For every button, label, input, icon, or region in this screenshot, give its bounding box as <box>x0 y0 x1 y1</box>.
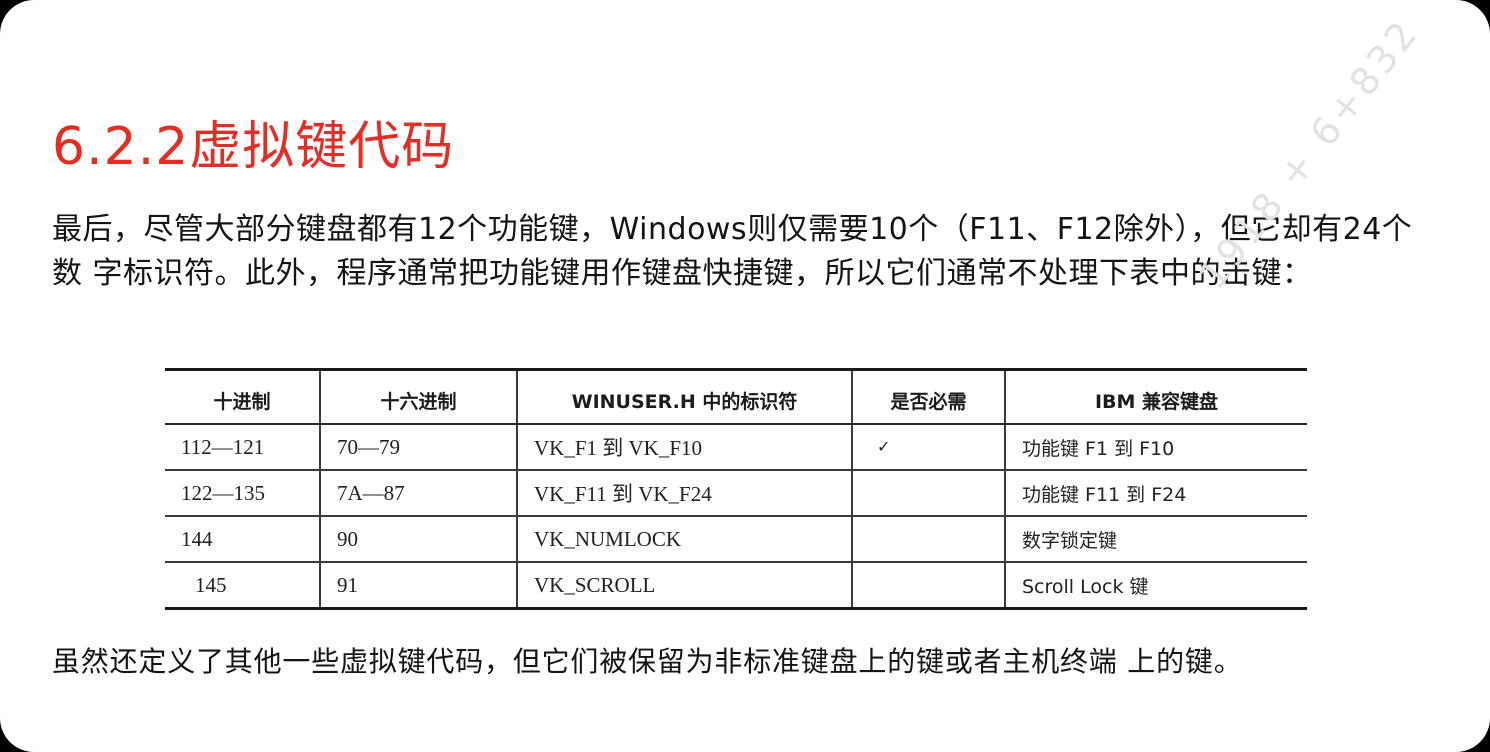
closing-paragraph: 虽然还定义了其他一些虚拟键代码，但它们被保留为非标准键盘上的键或者主机终端 上的… <box>52 645 1243 678</box>
cell-decimal: 144 <box>165 516 320 563</box>
cell-decimal: 145 <box>165 562 320 610</box>
cell-decimal: 122—135 <box>165 470 320 517</box>
cell-identifier: VK_F11 到 VK_F24 <box>516 470 852 517</box>
cell-decimal: 112—121 <box>165 424 320 471</box>
header-identifier: WINUSER.H 中的标识符 <box>516 368 852 425</box>
slide: 6.2.2虚拟键代码 最后，尽管大部分键盘都有12个功能键，Windows则仅需… <box>0 0 1490 752</box>
cell-required <box>851 516 1005 563</box>
cell-identifier: VK_NUMLOCK <box>516 516 852 563</box>
check-icon: ✓ <box>851 424 1005 471</box>
cell-ibm-keyboard: 功能键 F1 到 F10 <box>1004 424 1307 471</box>
cell-hex: 70—79 <box>319 424 517 471</box>
table-row: 144 90 VK_NUMLOCK 数字锁定键 <box>165 516 1307 563</box>
header-ibm-keyboard: IBM 兼容键盘 <box>1004 368 1307 425</box>
section-title: 6.2.2虚拟键代码 <box>52 117 455 177</box>
cell-ibm-keyboard: 功能键 F11 到 F24 <box>1004 470 1307 517</box>
table-row: 145 91 VK_SCROLL Scroll Lock 键 <box>165 562 1307 610</box>
table-row: 112—121 70—79 VK_F1 到 VK_F10 ✓ 功能键 F1 到 … <box>165 424 1307 471</box>
cell-hex: 91 <box>319 562 517 610</box>
cell-ibm-keyboard: 数字锁定键 <box>1004 516 1307 563</box>
intro-paragraph: 最后，尽管大部分键盘都有12个功能键，Windows则仅需要10个（F11、F1… <box>52 212 1413 291</box>
header-hex: 十六进制 <box>319 368 517 425</box>
table-row: 122—135 7A—87 VK_F11 到 VK_F24 功能键 F11 到 … <box>165 470 1307 517</box>
cell-identifier: VK_SCROLL <box>516 562 852 610</box>
virtual-key-table: 十进制 十六进制 WINUSER.H 中的标识符 是否必需 IBM 兼容键盘 1… <box>165 368 1307 610</box>
header-required: 是否必需 <box>851 368 1005 425</box>
cell-required <box>851 470 1005 517</box>
cell-hex: 7A—87 <box>319 470 517 517</box>
table-header-row: 十进制 十六进制 WINUSER.H 中的标识符 是否必需 IBM 兼容键盘 <box>165 368 1307 425</box>
header-decimal: 十进制 <box>165 368 320 425</box>
cell-required <box>851 562 1005 610</box>
cell-identifier: VK_F1 到 VK_F10 <box>516 424 852 471</box>
cell-hex: 90 <box>319 516 517 563</box>
cell-ibm-keyboard: Scroll Lock 键 <box>1004 562 1307 610</box>
